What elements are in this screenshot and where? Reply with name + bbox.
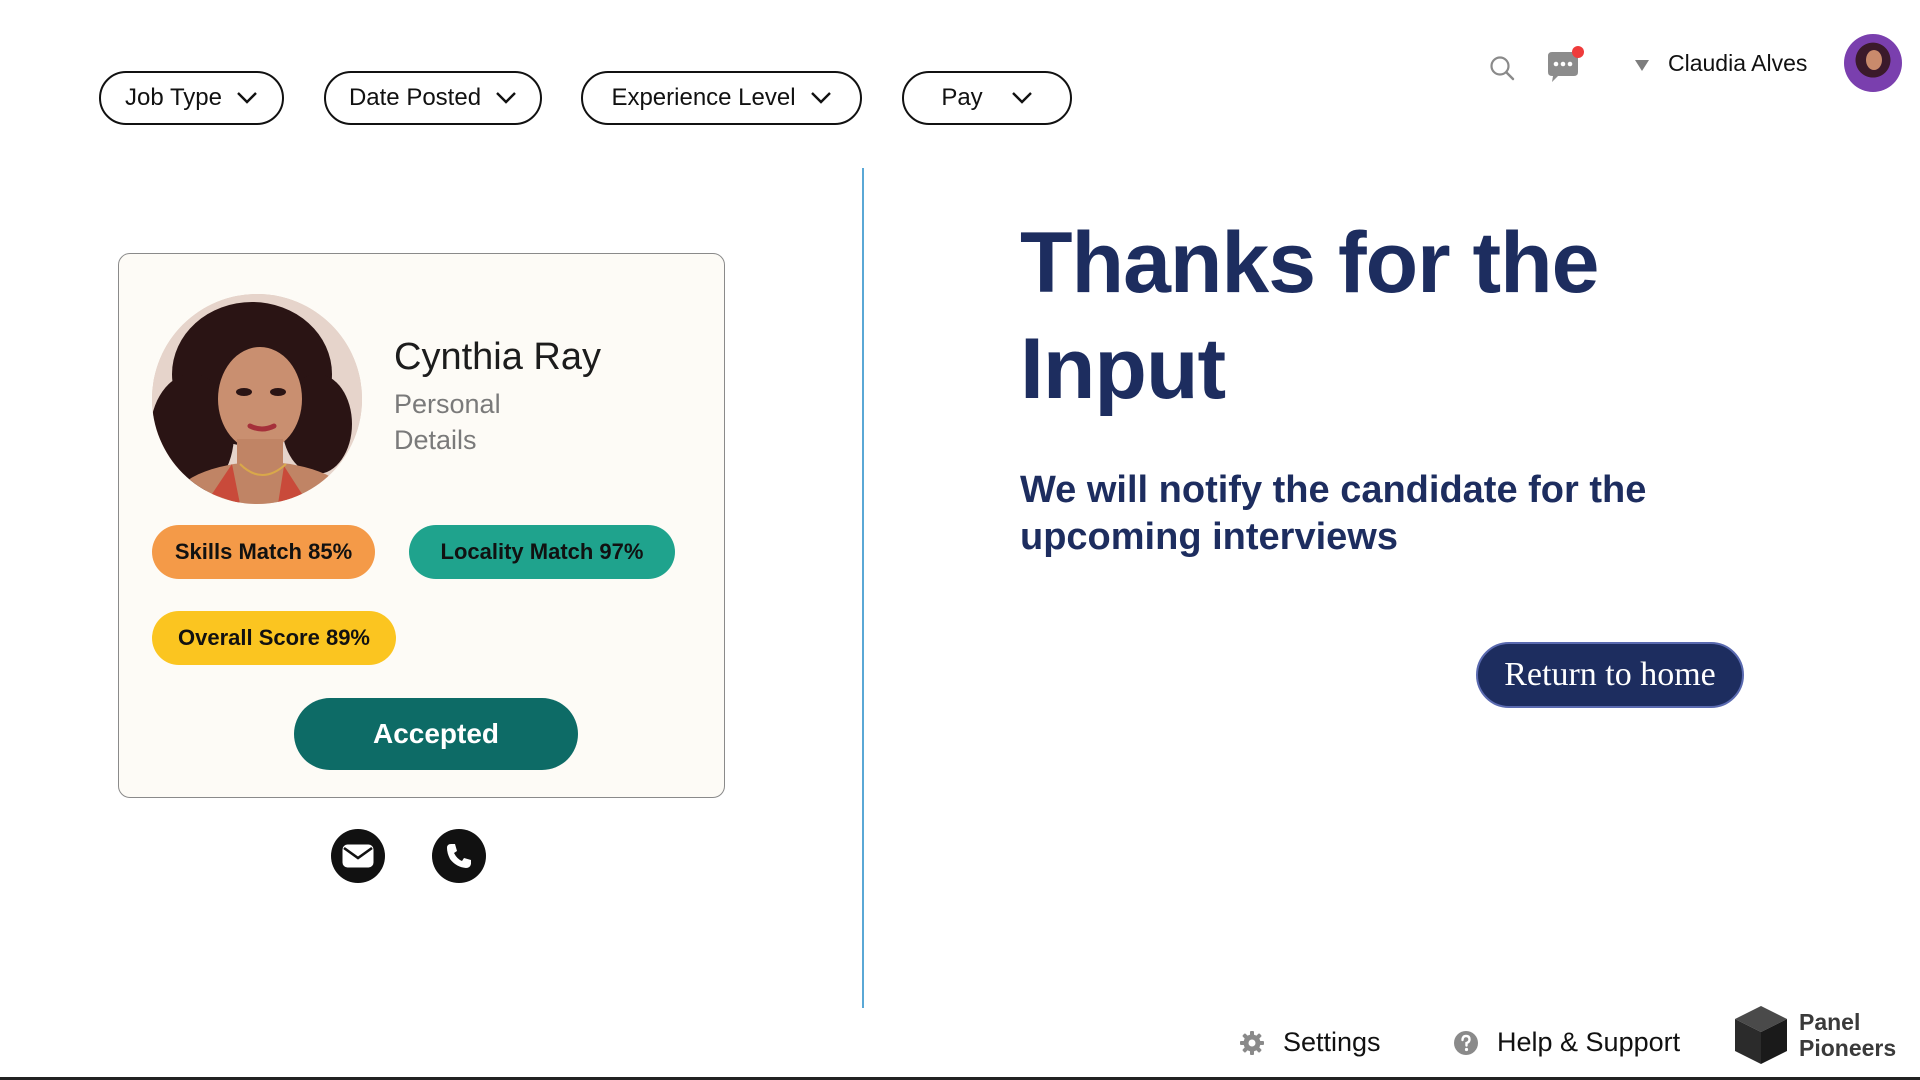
settings-link[interactable]: Settings (1239, 1027, 1381, 1058)
settings-label: Settings (1283, 1027, 1381, 1057)
help-support-label: Help & Support (1497, 1027, 1681, 1057)
email-icon (342, 844, 374, 868)
notification-dot (1572, 46, 1584, 58)
pay-filter[interactable]: Pay (902, 71, 1072, 125)
confirmation-title: Thanks for the Input (1020, 215, 1600, 417)
date-posted-filter-label: Date Posted (348, 84, 482, 111)
locality-match-badge: Locality Match 97% (409, 525, 675, 579)
help-icon (1454, 1030, 1478, 1055)
job-type-filter-label: Job Type (125, 84, 222, 111)
brand-name: Panel Pioneers (1799, 1009, 1897, 1061)
accepted-button[interactable]: Accepted (294, 698, 578, 770)
pay-filter-label: Pay (941, 84, 983, 111)
personal-details-link[interactable]: Personal Details (394, 386, 534, 458)
brand-logo: Panel Pioneers (1733, 1004, 1909, 1066)
return-home-button[interactable]: Return to home (1476, 642, 1744, 708)
confirmation-message: We will notify the candidate for the upc… (1020, 469, 1647, 558)
caret-down-icon[interactable] (1634, 58, 1650, 72)
avatar[interactable] (1844, 34, 1902, 92)
cube-logo-icon (1735, 1006, 1787, 1064)
candidate-card: Cynthia Ray Personal Details Skills Matc… (118, 253, 725, 798)
overall-score-badge: Overall Score 89% (152, 611, 396, 665)
chevron-down-icon (810, 92, 831, 104)
chevron-down-icon (1011, 92, 1032, 104)
date-posted-filter[interactable]: Date Posted (324, 71, 542, 125)
chat-icon[interactable] (1544, 46, 1586, 86)
phone-button[interactable] (432, 829, 486, 883)
divider (862, 168, 864, 1008)
help-support-link[interactable]: Help & Support (1453, 1027, 1680, 1058)
job-type-filter[interactable]: Job Type (99, 71, 284, 125)
user-name[interactable]: Claudia Alves (1668, 50, 1807, 77)
experience-level-filter[interactable]: Experience Level (581, 71, 862, 125)
candidate-photo (152, 294, 362, 504)
search-icon[interactable] (1488, 54, 1516, 82)
phone-icon (447, 844, 471, 868)
chevron-down-icon (237, 92, 257, 104)
skills-match-badge: Skills Match 85% (152, 525, 375, 579)
candidate-name: Cynthia Ray (394, 336, 601, 378)
email-button[interactable] (331, 829, 385, 883)
gear-icon (1240, 1030, 1264, 1055)
chevron-down-icon (496, 92, 516, 104)
experience-level-filter-label: Experience Level (611, 84, 796, 111)
